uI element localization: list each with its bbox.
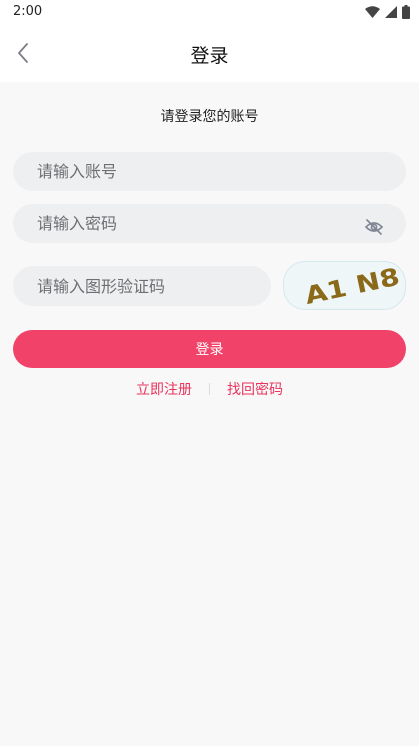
captcha-image[interactable]: A1 N8 xyxy=(283,261,406,310)
account-input[interactable] xyxy=(13,152,406,191)
wifi-icon xyxy=(365,6,380,18)
login-button[interactable]: 登录 xyxy=(13,330,406,368)
eye-off-icon xyxy=(364,219,384,235)
register-link[interactable]: 立即注册 xyxy=(136,379,192,399)
status-icons xyxy=(365,4,410,20)
auth-links: 立即注册 找回密码 xyxy=(0,380,419,398)
status-bar: 2:00 xyxy=(0,0,419,24)
password-visibility-toggle[interactable] xyxy=(364,217,384,237)
captcha-text: A1 N8 xyxy=(302,263,402,310)
status-time: 2:00 xyxy=(13,4,43,19)
password-input[interactable] xyxy=(13,204,406,243)
nav-bar: 登录 xyxy=(0,24,419,82)
login-subtitle: 请登录您的账号 xyxy=(160,109,259,125)
battery-icon xyxy=(402,5,410,19)
cellular-signal-icon xyxy=(385,6,397,18)
captcha-glyphs: A1 N8 xyxy=(302,263,402,310)
captcha-input[interactable] xyxy=(13,266,271,306)
link-divider xyxy=(209,383,210,395)
forgot-password-link[interactable]: 找回密码 xyxy=(227,379,283,399)
captcha-field xyxy=(13,266,271,306)
page-title: 登录 xyxy=(190,45,229,67)
password-field xyxy=(13,204,406,243)
account-field xyxy=(13,152,406,191)
